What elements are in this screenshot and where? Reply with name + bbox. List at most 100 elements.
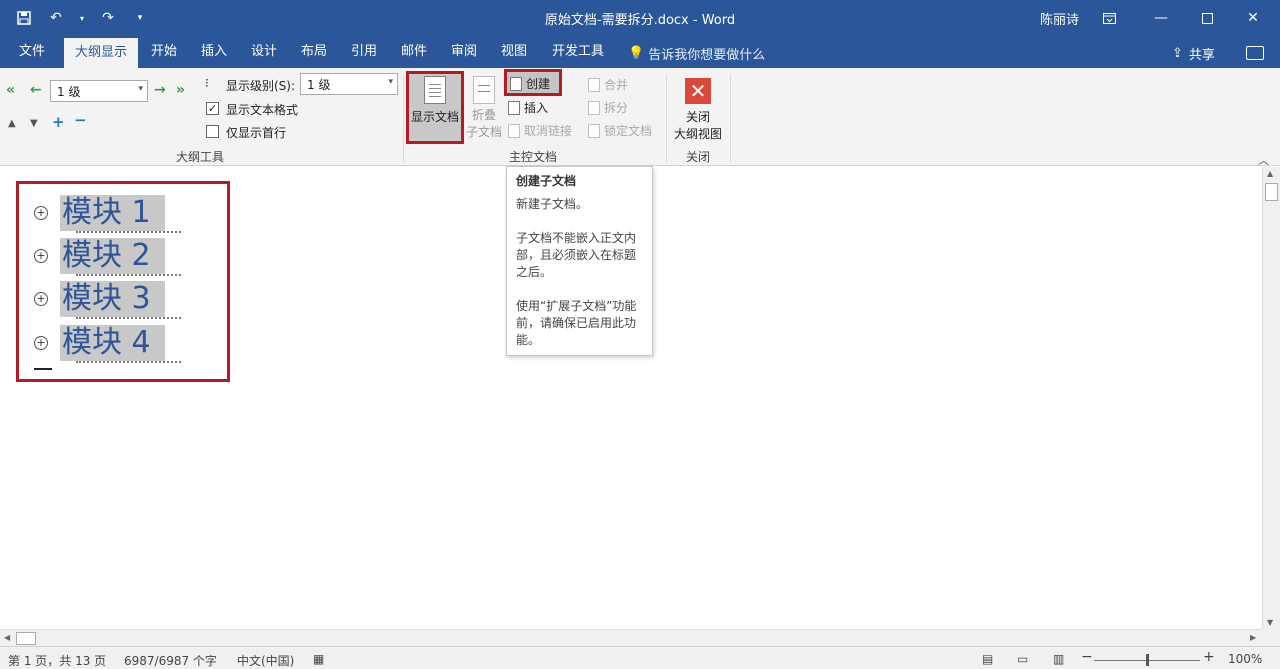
promote-icon[interactable]: ← xyxy=(30,82,42,98)
tab-view[interactable]: 视图 xyxy=(490,36,538,68)
chevron-down-icon: ▾ xyxy=(388,77,393,87)
tab-review[interactable]: 审阅 xyxy=(440,36,488,68)
expand-plus-icon[interactable]: + xyxy=(34,336,48,350)
vertical-scroll-thumb[interactable] xyxy=(1265,183,1278,201)
outline-heading-text: 模块 4 xyxy=(62,325,151,360)
show-level-select[interactable]: 1 级 ▾ xyxy=(300,73,398,95)
tab-insert[interactable]: 插入 xyxy=(190,36,238,68)
tooltip-line: 新建子文档。 xyxy=(516,197,589,211)
vertical-scrollbar[interactable]: ▲ ▼ xyxy=(1262,167,1280,629)
minimize-icon[interactable]: — xyxy=(1138,0,1184,36)
show-text-format-label: 显示文本格式 xyxy=(226,103,299,117)
print-layout-icon[interactable]: ▭ xyxy=(1017,652,1028,666)
lock-document-button[interactable]: 锁定文档 xyxy=(588,122,652,139)
collapse-subdocument-icon xyxy=(473,76,495,104)
create-subdocument-icon xyxy=(510,76,522,91)
expand-icon[interactable]: + xyxy=(52,113,65,131)
tooltip-line: 使用“扩展子文档”功能前，请确保已启用此功能。 xyxy=(516,299,637,347)
close-label-1: 关闭 xyxy=(685,110,710,124)
move-down-icon[interactable]: ▼ xyxy=(30,118,38,129)
document-icon xyxy=(424,76,446,104)
split-icon xyxy=(588,100,600,115)
word-count[interactable]: 6987/6987 个字 xyxy=(124,652,217,669)
close-outline-view-button[interactable]: ✕ 关闭 大纲视图 xyxy=(671,78,725,142)
unlink-label: 取消链接 xyxy=(524,124,573,138)
user-name[interactable]: 陈丽诗 xyxy=(1040,9,1079,28)
tab-layout[interactable]: 布局 xyxy=(290,36,338,68)
group-separator xyxy=(730,74,731,162)
collapse-subdocuments-button[interactable]: 折叠 子文档 xyxy=(464,76,504,140)
tell-me-search[interactable]: 💡 告诉我你想要做什么 xyxy=(628,44,765,63)
merge-subdocument-button[interactable]: 合并 xyxy=(588,76,628,93)
outline-item[interactable]: + 模块 4 xyxy=(34,325,181,363)
tab-mailings[interactable]: 邮件 xyxy=(390,36,438,68)
zoom-slider-thumb[interactable] xyxy=(1146,654,1149,666)
expand-plus-icon[interactable]: + xyxy=(34,292,48,306)
show-first-line-checkbox[interactable] xyxy=(206,125,219,138)
scroll-down-icon[interactable]: ▼ xyxy=(1267,618,1273,627)
tab-design[interactable]: 设计 xyxy=(240,36,288,68)
insert-label: 插入 xyxy=(524,101,549,115)
show-level-label: 显示级别(S): xyxy=(226,79,296,93)
share-button[interactable]: ⇪ 共享 xyxy=(1172,44,1215,63)
outline-item[interactable]: + 模块 2 xyxy=(34,238,181,276)
move-up-icon[interactable]: ▲ xyxy=(8,118,16,129)
zoom-level[interactable]: 100% xyxy=(1228,652,1262,666)
unlink-subdocument-button[interactable]: 取消链接 xyxy=(508,122,572,139)
scroll-up-icon[interactable]: ▲ xyxy=(1267,169,1273,178)
outline-item[interactable]: + 模块 1 xyxy=(34,195,181,233)
web-layout-icon[interactable]: ▥ xyxy=(1053,652,1064,666)
scroll-left-icon[interactable]: ◀ xyxy=(4,633,10,642)
tab-developer[interactable]: 开发工具 xyxy=(541,36,615,68)
outline-heading[interactable]: 模块 3 xyxy=(60,281,181,319)
tab-file[interactable]: 文件 xyxy=(8,36,56,68)
expand-plus-icon[interactable]: + xyxy=(34,249,48,263)
insert-subdocument-button[interactable]: 插入 xyxy=(508,99,548,116)
show-document-label: 显示文档 xyxy=(410,110,459,124)
horizontal-scroll-thumb[interactable] xyxy=(16,632,36,645)
lock-label: 锁定文档 xyxy=(604,124,653,138)
tooltip-line: 子文档不能嵌入正文内部，且必须嵌入在标题之后。 xyxy=(516,231,637,279)
language-indicator[interactable]: 中文(中国) xyxy=(237,652,294,669)
read-mode-icon[interactable]: ▤ xyxy=(982,652,993,666)
outline-level-value: 1 级 xyxy=(57,85,81,99)
outline-level-select[interactable]: 1 级 ▾ xyxy=(50,80,148,102)
outline-item[interactable]: + 模块 3 xyxy=(34,281,181,319)
outline-heading-text: 模块 1 xyxy=(62,195,151,230)
outline-heading[interactable]: 模块 2 xyxy=(60,238,181,276)
demote-to-body-icon[interactable]: » xyxy=(176,82,185,98)
collapse-ribbon-icon[interactable]: ︿ xyxy=(1258,152,1269,168)
zoom-in-icon[interactable]: + xyxy=(1203,649,1215,665)
scrollbar-corner xyxy=(1262,629,1280,646)
share-label: 共享 xyxy=(1188,48,1215,63)
macro-record-icon[interactable]: ▦ xyxy=(313,652,324,666)
outline-heading-text: 模块 2 xyxy=(62,238,151,273)
insert-subdocument-icon xyxy=(508,100,520,115)
split-subdocument-button[interactable]: 拆分 xyxy=(588,99,628,116)
tab-home[interactable]: 开始 xyxy=(140,36,188,68)
horizontal-scrollbar[interactable]: ◀ ▶ xyxy=(0,629,1262,646)
comment-icon[interactable] xyxy=(1246,46,1264,60)
group-separator xyxy=(666,74,667,162)
scroll-right-icon[interactable]: ▶ xyxy=(1250,633,1256,642)
close-window-icon[interactable]: ✕ xyxy=(1230,0,1276,36)
expand-plus-icon[interactable]: + xyxy=(34,206,48,220)
tab-references[interactable]: 引用 xyxy=(340,36,388,68)
create-subdocument-button[interactable]: 创建 xyxy=(510,75,550,92)
maximize-icon[interactable] xyxy=(1184,0,1230,36)
tab-outline[interactable]: 大纲显示 xyxy=(64,38,139,68)
group-separator xyxy=(403,74,404,162)
show-document-button[interactable]: 显示文档 xyxy=(408,76,462,125)
zoom-out-icon[interactable]: − xyxy=(1081,649,1093,665)
promote-to-heading1-icon[interactable]: « xyxy=(6,82,15,98)
show-text-format-checkbox[interactable]: ✓ xyxy=(206,102,219,115)
demote-icon[interactable]: → xyxy=(154,82,166,98)
ribbon-display-options-icon[interactable] xyxy=(1086,0,1132,36)
tell-me-text: 告诉我你想要做什么 xyxy=(648,48,766,63)
outline-heading[interactable]: 模块 4 xyxy=(60,325,181,363)
tooltip-title: 创建子文档 xyxy=(516,174,577,188)
outline-heading[interactable]: 模块 1 xyxy=(60,195,181,233)
close-icon: ✕ xyxy=(685,78,711,104)
collapse-icon[interactable]: − xyxy=(74,111,87,129)
page-count[interactable]: 第 1 页，共 13 页 xyxy=(8,652,106,669)
